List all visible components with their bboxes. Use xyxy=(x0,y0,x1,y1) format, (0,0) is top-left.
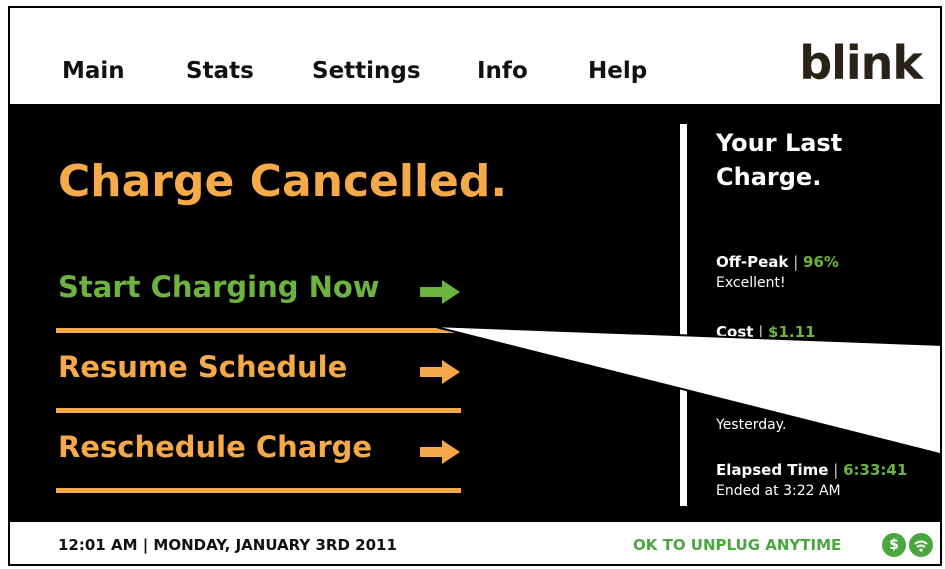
callout-shape xyxy=(431,325,940,456)
footer-status: OK TO UNPLUG ANYTIME xyxy=(633,536,842,554)
callout-wedge xyxy=(431,325,940,456)
footer-datetime: 12:01 AM | MONDAY, JANUARY 3RD 2011 xyxy=(58,536,397,554)
wifi-icon xyxy=(909,533,933,557)
app-frame: Main Stats Settings Info Help blink Char… xyxy=(8,6,942,566)
dollar-icon: $ xyxy=(882,533,906,557)
wifi-glyph-icon xyxy=(914,540,928,552)
status-footer: 12:01 AM | MONDAY, JANUARY 3RD 2011 OK T… xyxy=(10,522,940,564)
